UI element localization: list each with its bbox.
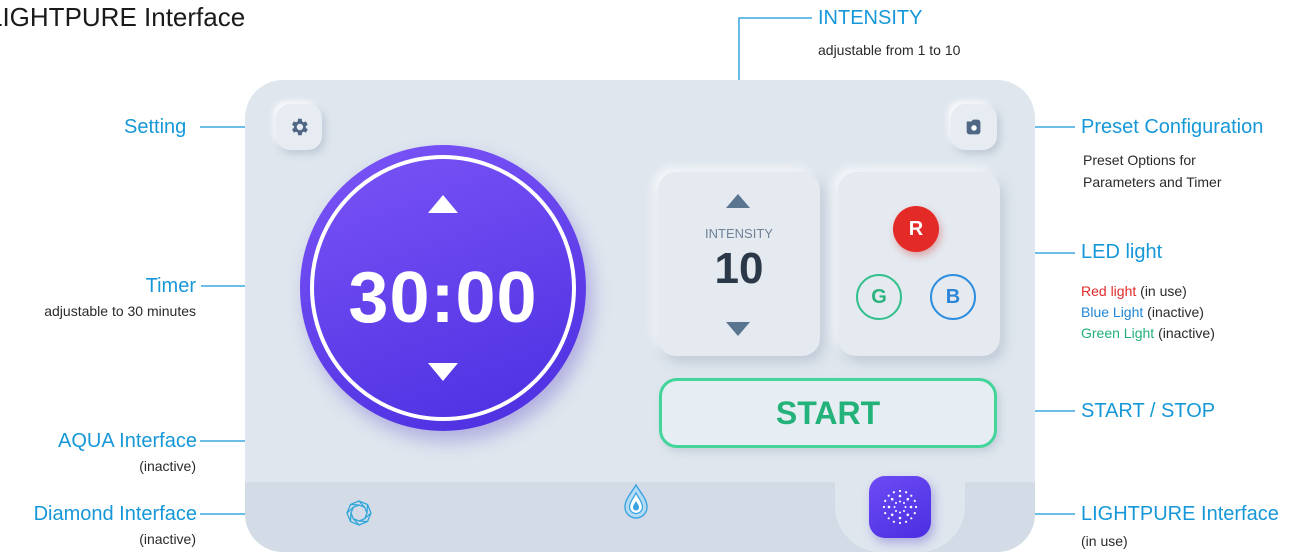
device-screen: 30:00 INTENSITY 10 R G B START	[245, 80, 1035, 552]
led-red-button[interactable]: R	[893, 206, 939, 252]
arrow-down-icon[interactable]	[428, 363, 458, 381]
led-callout-label: LED light	[1081, 241, 1163, 263]
led-red-status: Red light (in use)	[1081, 281, 1187, 301]
timer-dial: 30:00	[300, 145, 586, 431]
water-drop-icon[interactable]	[622, 484, 650, 520]
start-stop-callout-label: START / STOP	[1081, 400, 1216, 422]
light-burst-icon	[882, 489, 918, 525]
led-blue-name: Blue Light	[1081, 304, 1144, 320]
intensity-down-icon[interactable]	[726, 322, 750, 336]
timer-callout-label: Timer	[145, 275, 196, 297]
aqua-callout-sub: (inactive)	[139, 458, 196, 474]
led-green-name: Green Light	[1081, 325, 1155, 341]
setting-button[interactable]	[276, 104, 322, 150]
diamond-icon[interactable]	[346, 500, 372, 526]
aqua-callout-label: AQUA Interface	[58, 430, 197, 452]
preset-callout-sub-1: Preset Options for	[1083, 152, 1196, 168]
preset-callout-label: Preset Configuration	[1081, 116, 1264, 138]
led-blue-state: (inactive)	[1147, 304, 1204, 320]
lightpure-interface-button[interactable]	[869, 476, 931, 538]
intensity-up-icon[interactable]	[726, 194, 750, 208]
setting-callout-label: Setting	[124, 116, 187, 138]
arrow-up-icon[interactable]	[428, 195, 458, 213]
diamond-callout-sub: (inactive)	[139, 531, 196, 547]
led-green-status: Green Light (inactive)	[1081, 323, 1215, 343]
lightpure-callout-sub: (in use)	[1081, 533, 1128, 549]
intensity-callout-sub: adjustable from 1 to 10	[818, 42, 961, 58]
led-red-name: Red light	[1081, 283, 1137, 299]
led-blue-button[interactable]: B	[930, 274, 976, 320]
preset-button[interactable]	[951, 104, 997, 150]
led-green-button[interactable]: G	[856, 274, 902, 320]
timer-callout-sub: adjustable to 30 minutes	[44, 303, 196, 319]
intensity-label: INTENSITY	[705, 226, 773, 241]
timer-value: 30:00	[348, 258, 538, 338]
intensity-value: 10	[714, 244, 764, 293]
diamond-callout-label: Diamond Interface	[33, 503, 197, 525]
gear-icon	[292, 118, 308, 136]
intensity-control: INTENSITY 10	[658, 172, 820, 356]
led-blue-status: Blue Light (inactive)	[1081, 302, 1204, 322]
led-light-control: R G B	[838, 172, 1000, 356]
intensity-callout-label: INTENSITY	[818, 7, 923, 29]
led-green-state: (inactive)	[1158, 325, 1215, 341]
start-button[interactable]: START	[659, 378, 997, 448]
preset-callout-sub-2: Parameters and Timer	[1083, 174, 1222, 190]
camera-icon	[966, 119, 981, 135]
led-red-state: (in use)	[1140, 283, 1187, 299]
lightpure-callout-label: LIGHTPURE Interface	[1081, 503, 1279, 525]
